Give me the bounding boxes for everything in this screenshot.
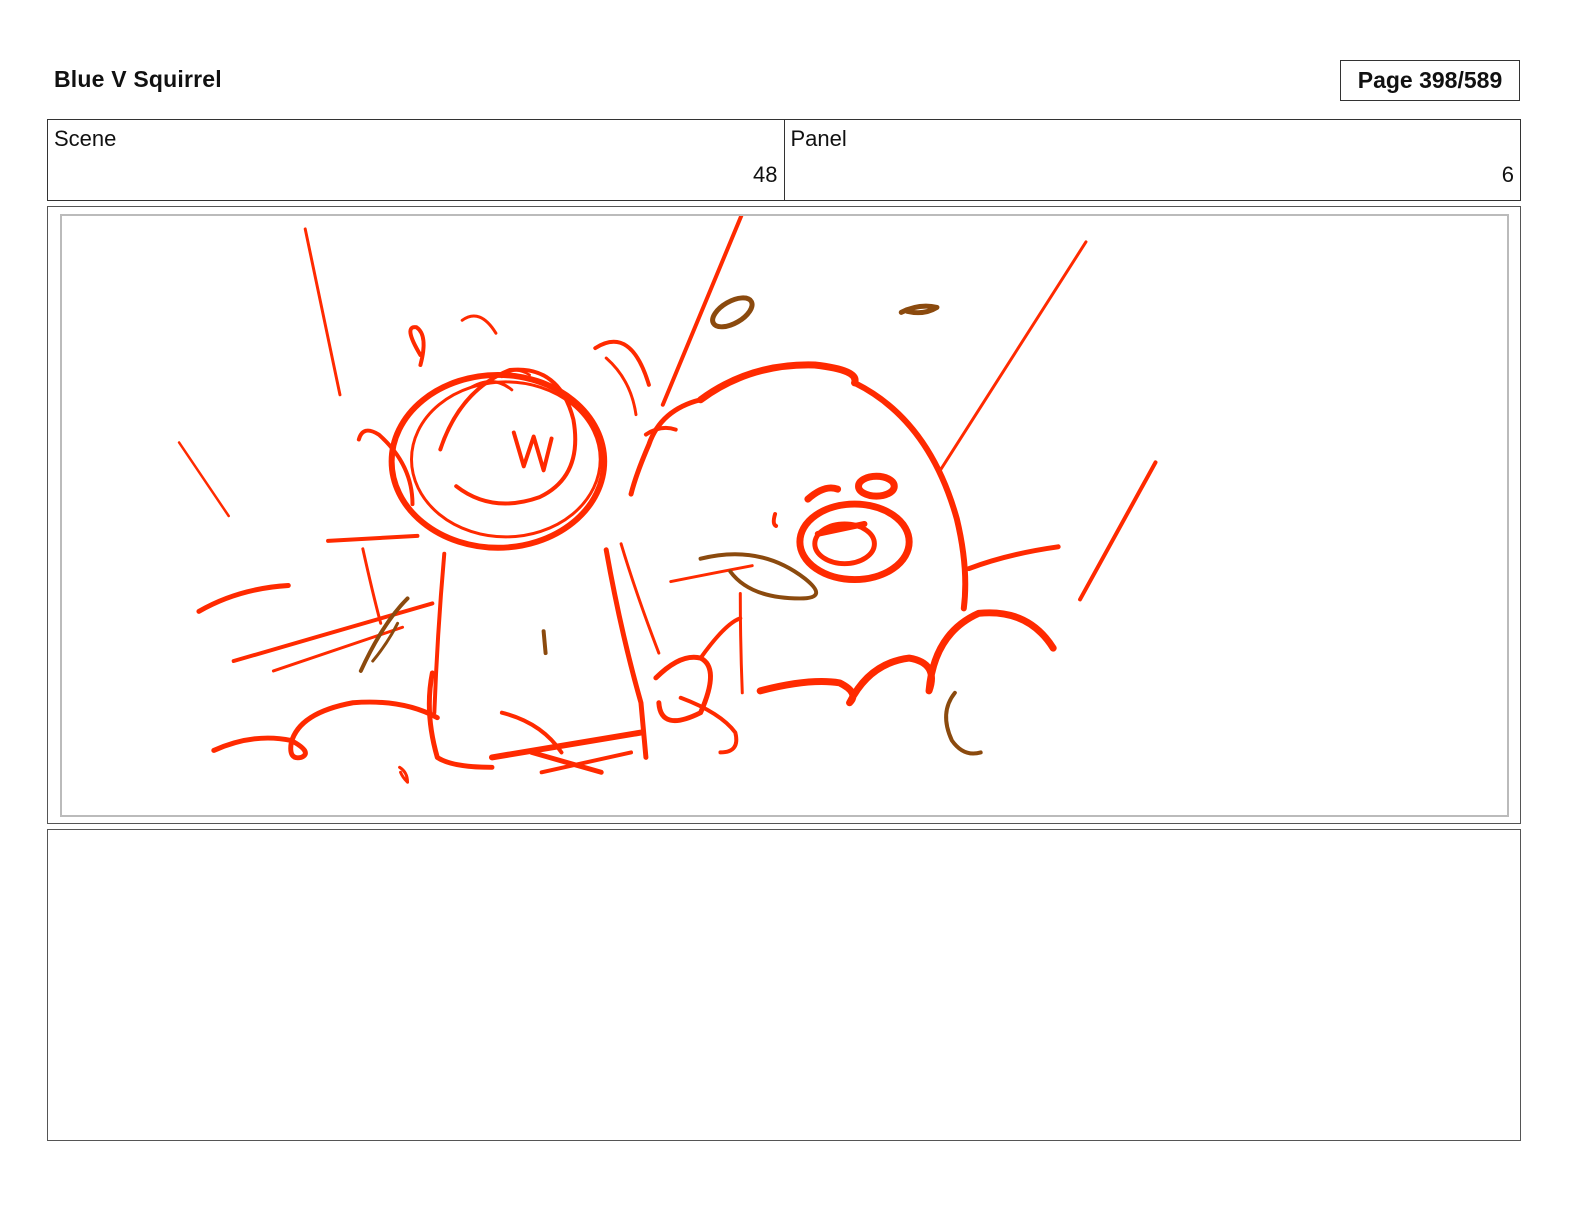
panel-cell: Panel 6	[783, 120, 1521, 200]
panel-notes	[47, 829, 1521, 1141]
scene-number: 48	[753, 162, 778, 187]
panel-label: Panel	[790, 126, 847, 151]
panel-safe-area	[60, 214, 1509, 817]
scene-panel-info: Scene 48 Panel 6	[47, 119, 1521, 201]
storyboard-sketch	[177, 216, 1158, 784]
scene-cell: Scene 48	[48, 120, 784, 200]
scene-label: Scene	[54, 126, 117, 151]
storyboard-panel	[47, 206, 1521, 824]
project-title: Blue V Squirrel	[54, 66, 222, 92]
page-number: Page 398/589	[1340, 60, 1520, 101]
panel-number: 6	[1501, 162, 1514, 187]
